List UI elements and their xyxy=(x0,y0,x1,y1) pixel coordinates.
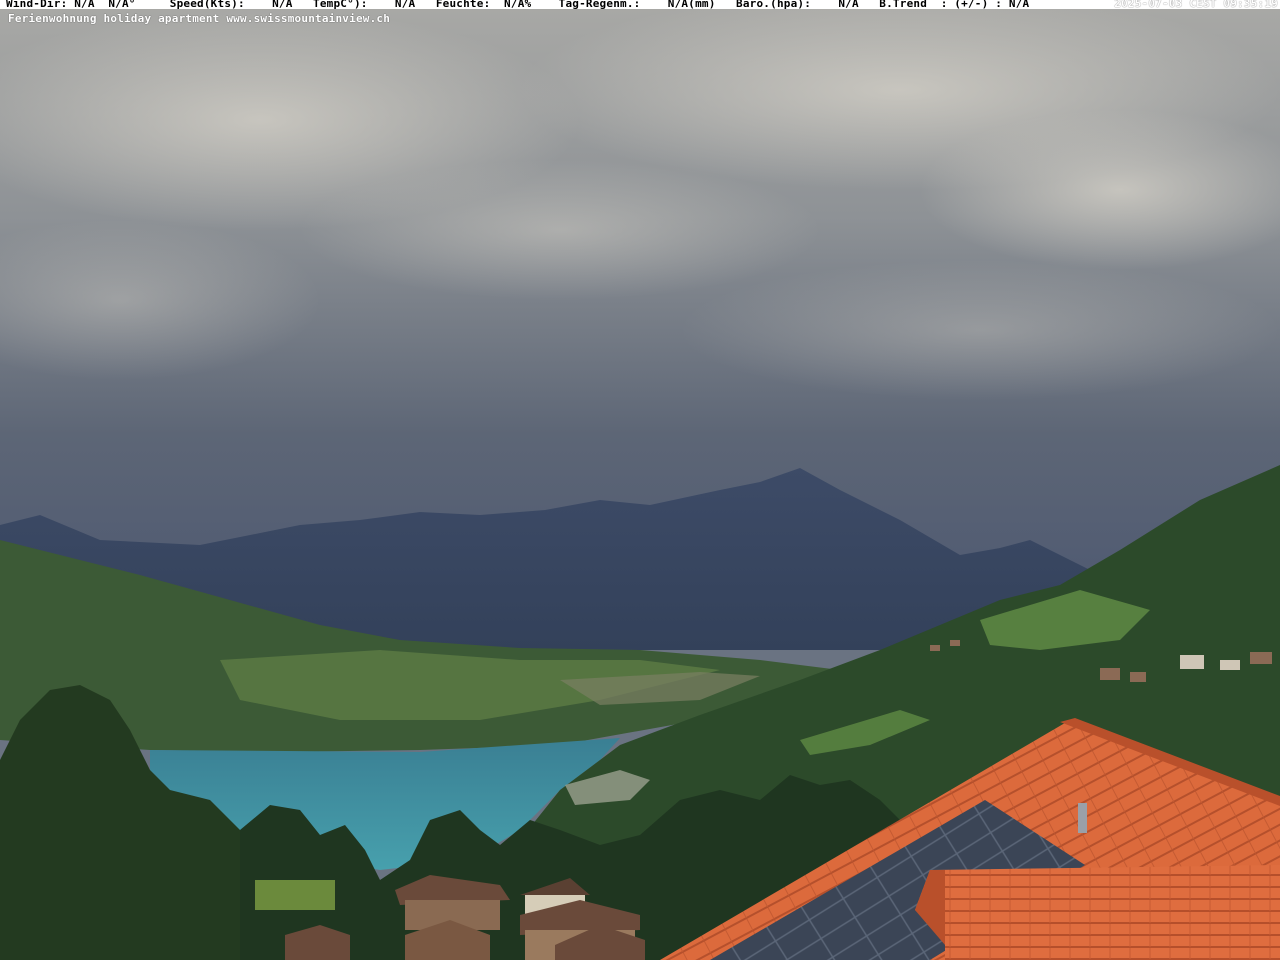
roof-tiles-lower xyxy=(915,865,1280,960)
website-caption: Ferienwohnung holiday apartment www.swis… xyxy=(8,12,391,25)
timestamp: 2025-07-03 CEST 09:35:19 xyxy=(1114,0,1278,10)
chimney-pipe xyxy=(1078,803,1087,833)
webcam-scene xyxy=(0,0,1280,960)
lawn xyxy=(255,880,335,910)
weather-info-line: Wind-Dir: N/A N/A° Speed(Kts): N/A TempC… xyxy=(6,0,1030,10)
